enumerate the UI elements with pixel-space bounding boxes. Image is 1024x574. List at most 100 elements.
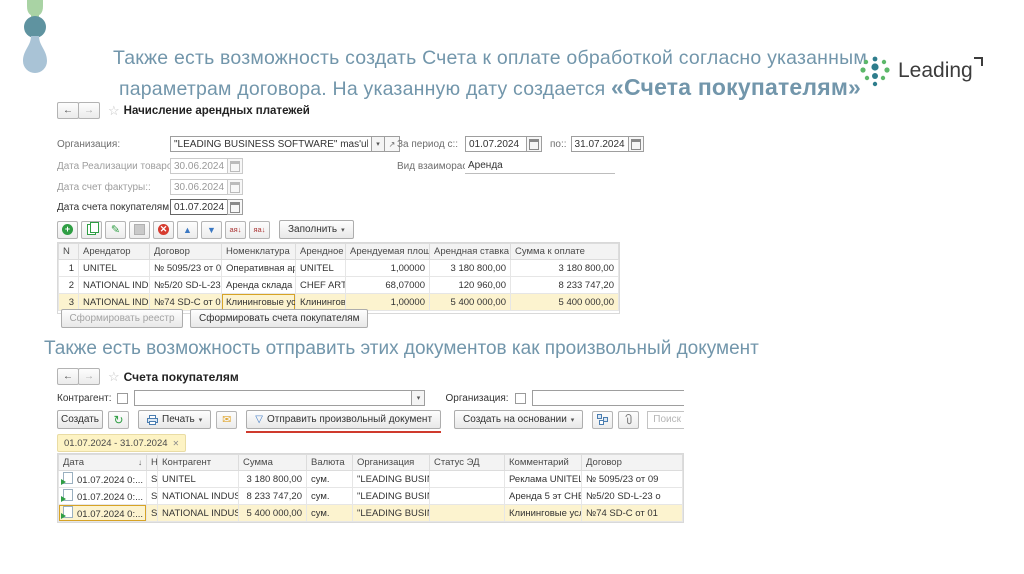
slide-title: Также есть возможность создать Счета к о…	[40, 44, 940, 104]
col-comment[interactable]: Комментарий	[504, 454, 582, 471]
col-rate[interactable]: Арендная ставка	[429, 243, 511, 260]
add-row-button[interactable]: +	[57, 220, 78, 239]
search-input[interactable]	[647, 410, 684, 429]
create-button[interactable]: Создать	[57, 410, 103, 429]
slide-title-line2: параметрам договора. На указанную дату с…	[118, 74, 862, 100]
realization-date-input	[170, 158, 228, 174]
table-row[interactable]: 2 NATIONAL INDUSTRI... №5/20 SD-L-23 от …	[58, 276, 619, 294]
fill-button[interactable]: Заполнить ▾	[279, 220, 354, 239]
document-icon	[61, 489, 73, 502]
selected-cell[interactable]: 01.07.2024 0:...	[58, 504, 147, 522]
col-amount[interactable]: Сумма	[238, 454, 307, 471]
col-tenant[interactable]: Арендатор	[78, 243, 150, 260]
settlement-type-label: Вид взаиморасчетов::	[397, 160, 499, 172]
forward-button[interactable]: →	[78, 368, 100, 385]
copy-row-button[interactable]	[81, 220, 102, 239]
window2-title: Счета покупателям	[123, 369, 239, 384]
counterparty-input[interactable]	[134, 390, 413, 406]
move-up-button[interactable]: ▲	[177, 220, 198, 239]
plus-icon: +	[62, 224, 73, 235]
related-documents-icon	[597, 414, 609, 425]
col-amount[interactable]: Сумма к оплате	[510, 243, 619, 260]
close-icon[interactable]: ✕	[173, 439, 180, 448]
gray-square-icon	[134, 224, 145, 235]
delete-icon: ✕	[158, 224, 169, 235]
create-buyer-invoices-button[interactable]: Сформировать счета покупателям	[190, 309, 369, 328]
window-rent-accrual: ← → ☆ Начисление арендных платежей Орган…	[57, 102, 644, 334]
related-documents-button[interactable]	[592, 410, 614, 429]
document-icon	[61, 506, 73, 519]
favorite-star-icon[interactable]: ☆	[108, 103, 120, 119]
edit-row-button[interactable]: ✎	[105, 220, 126, 239]
col-rent-place[interactable]: Арендное м...	[295, 243, 346, 260]
realization-date-calendar-icon	[227, 158, 243, 174]
back-button[interactable]: ←	[57, 368, 79, 385]
org-filter-checkbox[interactable]	[514, 392, 526, 404]
settlement-type-input[interactable]	[465, 158, 615, 174]
realization-date-label: Дата Реализации товаров и услуг::	[57, 160, 219, 172]
table-row-selected[interactable]: 01.07.2024 0:... S NATIONAL INDUS... 5 4…	[58, 504, 683, 522]
sort-asc-button[interactable]: ая↓	[225, 220, 246, 239]
slide-subtitle: Также есть возможность отправить этих до…	[44, 338, 759, 359]
printer-icon	[147, 414, 158, 425]
col-date[interactable]: Дата ↓	[58, 454, 147, 471]
rent-table-container: N Арендатор Договор Номенклатура Арендно…	[57, 242, 620, 314]
funnel-icon: ▽	[255, 414, 263, 425]
leading-logo-text: Leading	[898, 57, 983, 83]
table-row-selected[interactable]: 3 NATIONAL INDUSTRI... №74 SD-C от 01.12…	[58, 293, 619, 311]
counterparty-checkbox[interactable]	[117, 392, 129, 404]
col-organization[interactable]: Организация	[352, 454, 430, 471]
email-button[interactable]: ✉	[216, 410, 238, 429]
col-nomenclature[interactable]: Номенклатура	[221, 243, 296, 260]
table-row[interactable]: 01.07.2024 0:... S UNITEL 3 180 800,00 с…	[58, 470, 683, 488]
envelope-icon: ✉	[222, 414, 232, 426]
period-to-calendar-icon[interactable]	[627, 136, 644, 152]
window-buyer-invoices: ← → ☆ Счета покупателям Контрагент: ▾ Ор…	[57, 368, 684, 530]
period-from-calendar-icon[interactable]	[526, 136, 542, 152]
date-filter-chip[interactable]: 01.07.2024 - 31.07.2024 ✕	[57, 434, 187, 452]
selected-cell[interactable]: Клининговые услуги	[221, 293, 296, 311]
col-currency[interactable]: Валюта	[306, 454, 353, 471]
invoice-date-label: Дата счет фактуры::	[57, 181, 151, 193]
col-contract[interactable]: Договор	[149, 243, 222, 260]
col-ed-status[interactable]: Статус ЭД	[429, 454, 505, 471]
counterparty-label: Контрагент:	[57, 392, 112, 404]
org-filter-input[interactable]	[531, 390, 684, 406]
forward-button[interactable]: →	[78, 102, 100, 119]
col-contract[interactable]: Договор	[581, 454, 683, 471]
copy-icon	[87, 222, 99, 235]
delete-row-button[interactable]: ✕	[153, 220, 174, 239]
table-row[interactable]: 01.07.2024 0:... S NATIONAL INDUS... 8 2…	[58, 487, 683, 505]
create-based-on-button[interactable]: Создать на основании ▾	[454, 410, 584, 429]
period-from-input[interactable]	[465, 136, 527, 152]
period-to-label: по::	[550, 138, 567, 150]
org-input[interactable]	[170, 136, 372, 152]
invoices-table-container: Дата ↓ Н Контрагент Сумма Валюта Организа…	[57, 453, 684, 523]
table-row[interactable]: 1 UNITEL № 5095/23 от 09.11.2... Операти…	[58, 259, 619, 277]
col-area[interactable]: Арендуемая площадь	[345, 243, 430, 260]
send-custom-document-button[interactable]: ▽ Отправить произвольный документ	[246, 410, 442, 429]
refresh-button[interactable]: ↻	[108, 410, 129, 429]
attachments-button[interactable]	[618, 410, 640, 429]
col-number[interactable]: Н	[146, 454, 158, 471]
counterparty-dropdown-icon[interactable]: ▾	[411, 390, 426, 406]
invoices-table-header-row: Дата ↓ Н Контрагент Сумма Валюта Организа…	[58, 454, 683, 471]
window1-title: Начисление арендных платежей	[123, 104, 310, 117]
favorite-star-icon[interactable]: ☆	[108, 369, 120, 385]
buyer-invoice-date-calendar-icon[interactable]	[227, 199, 243, 215]
form-register-button: Сформировать реестр	[61, 309, 183, 328]
period-to-input[interactable]	[570, 136, 629, 152]
back-button[interactable]: ←	[57, 102, 79, 119]
print-button[interactable]: Печать ▾	[138, 410, 212, 429]
col-counterparty[interactable]: Контрагент	[157, 454, 239, 471]
move-down-button[interactable]: ▼	[201, 220, 222, 239]
sort-desc-button[interactable]: яа↓	[249, 220, 270, 239]
chevron-down-icon: ▾	[198, 416, 203, 424]
col-n[interactable]: N	[58, 243, 79, 260]
invoices-table: Дата ↓ Н Контрагент Сумма Валюта Организа…	[58, 454, 683, 522]
org-dropdown-icon[interactable]: ▾	[371, 136, 385, 152]
chevron-down-icon: ▾	[570, 416, 575, 424]
buyer-invoice-date-input[interactable]	[170, 199, 228, 215]
org-filter-label: Организация:	[445, 392, 509, 404]
arrow-up-icon: ▲	[183, 224, 192, 235]
